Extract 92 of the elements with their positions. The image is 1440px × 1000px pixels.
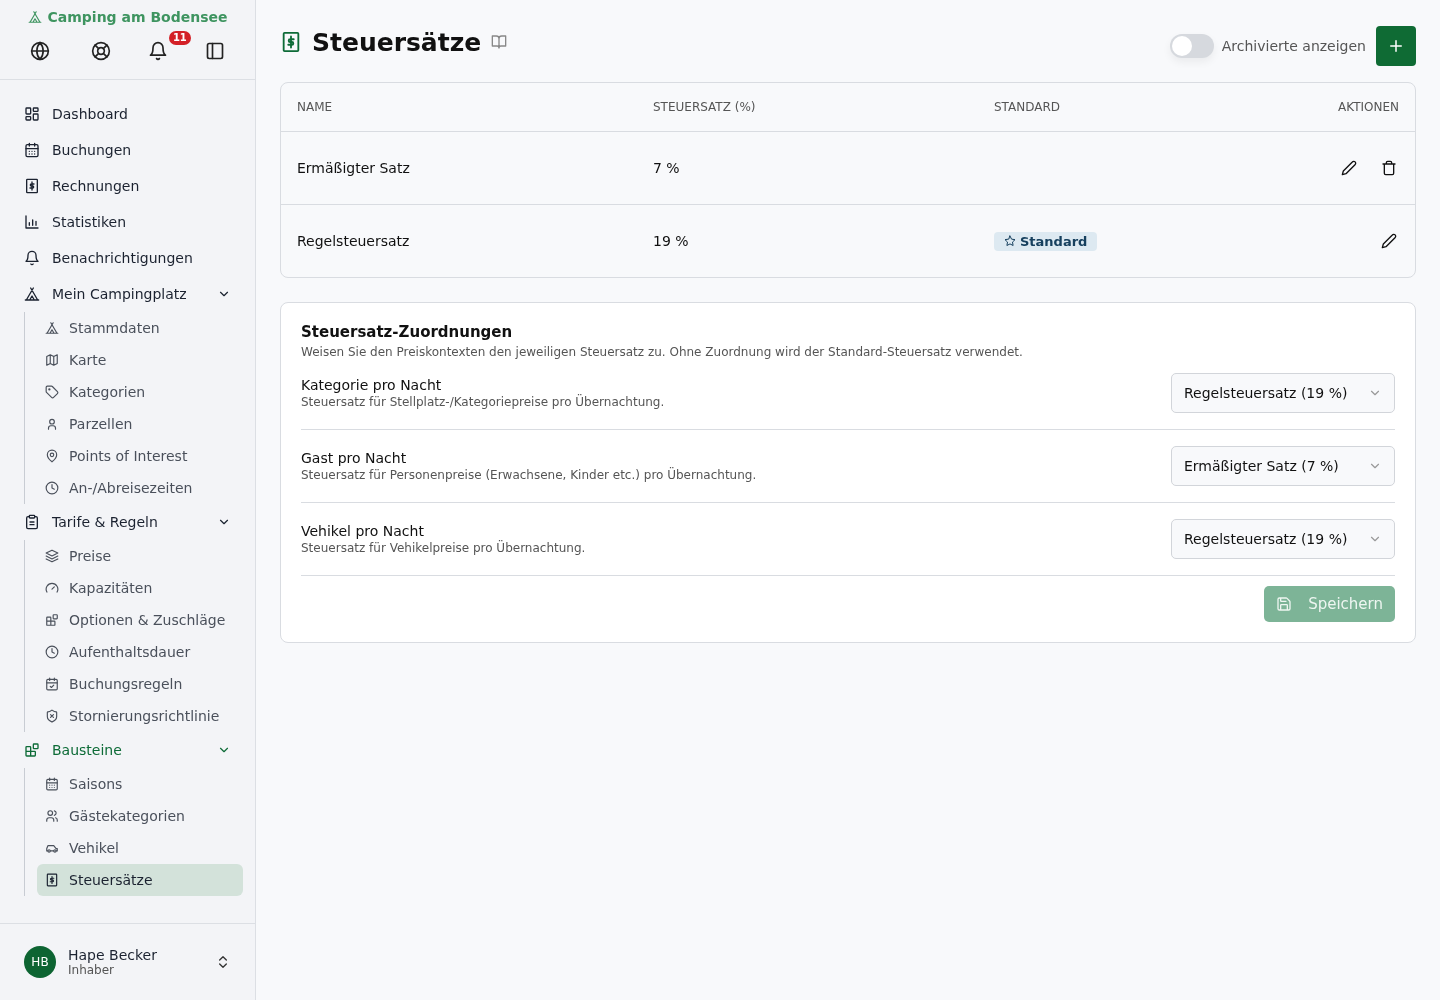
sidebar-group[interactable]: Mein Campingplatz xyxy=(12,276,243,312)
pencil-icon xyxy=(1381,233,1397,249)
column-header: NAME xyxy=(297,100,334,114)
plus-icon xyxy=(1387,37,1405,55)
default-badge: Standard xyxy=(994,231,1098,251)
calendar-icon xyxy=(24,142,40,158)
mapping-hint: Steuersatz für Stellplatz-/Kategoriepreise pro Übernachtung. xyxy=(301,395,666,409)
archive-toggle[interactable] xyxy=(1169,34,1214,58)
notification-count: 11 xyxy=(168,31,191,45)
toggle-label: Archivierte anzeigen xyxy=(1221,38,1366,54)
blocks-icon xyxy=(45,613,59,627)
map-pin-icon xyxy=(45,449,59,463)
add-button[interactable] xyxy=(1376,26,1416,66)
column-header: STANDARD xyxy=(994,100,1062,114)
sidebar-subitem[interactable]: Stammdaten xyxy=(37,312,243,344)
grid-icon xyxy=(24,106,40,122)
mapping-label: Kategorie pro Nacht xyxy=(301,377,443,393)
sidebar-toggle-icon xyxy=(204,41,225,61)
tax-rate-select[interactable]: Regelsteuersatz (19 %) xyxy=(1171,373,1395,413)
tent-icon xyxy=(27,10,42,24)
sidebar-subitem[interactable]: Steuersätze xyxy=(37,864,243,896)
bar-chart-icon xyxy=(24,214,40,230)
mapping-label: Gast pro Nacht xyxy=(301,450,408,466)
user-name: Hape Becker xyxy=(68,947,158,963)
column-header: STEUERSATZ (%) xyxy=(653,100,757,114)
bell-icon xyxy=(147,41,168,61)
sidebar-subitem[interactable]: Kapazitäten xyxy=(37,572,243,604)
table-cell-text: 19 % xyxy=(653,233,690,249)
sidebar-subitem[interactable]: Stornierungsrichtlinie xyxy=(37,700,243,732)
clipboard-icon xyxy=(24,514,40,530)
bell-icon xyxy=(24,250,40,266)
sidebar-item[interactable]: Dashboard xyxy=(12,96,243,132)
sidebar-subitem[interactable]: Buchungsregeln xyxy=(37,668,243,700)
tax-rate-select[interactable]: Ermäßigter Satz (7 %) xyxy=(1171,446,1395,486)
sidebar-subitem[interactable]: Vehikel xyxy=(37,832,243,864)
table-cell-text: Ermäßigter Satz xyxy=(297,160,411,176)
blocks-icon xyxy=(24,742,40,758)
tent-icon xyxy=(45,321,59,335)
tag-icon xyxy=(45,385,59,399)
sidebar-subitem[interactable]: An-/Abreisezeiten xyxy=(37,472,243,504)
sidebar-subitem[interactable]: Karte xyxy=(37,344,243,376)
shield-icon xyxy=(45,709,59,723)
calendar-icon xyxy=(45,777,59,791)
section-description: Weisen Sie den Preiskontexten den jeweiligen Steuersatz zu. Ohne Zuordnung wird der Standard-Steuersatz verwendet. xyxy=(301,345,1024,359)
lifebuoy-icon xyxy=(91,41,112,61)
sidebar-subitem[interactable]: Preise xyxy=(37,540,243,572)
sidebar-subitem[interactable]: Optionen & Zuschläge xyxy=(37,604,243,636)
page-title: Steuersätze xyxy=(312,27,482,57)
sidebar-group[interactable]: Tarife & Regeln xyxy=(12,504,243,540)
sidebar-subitem[interactable]: Saisons xyxy=(37,768,243,800)
user-avatar: HB xyxy=(24,946,56,978)
sidebar-group[interactable]: Bausteine xyxy=(12,732,243,768)
notifications-button[interactable] xyxy=(147,41,168,61)
receipt-icon xyxy=(280,31,302,53)
sidebar-item[interactable]: Statistiken xyxy=(12,204,243,240)
clock-icon xyxy=(45,645,59,659)
mapping-hint: Steuersatz für Vehikelpreise pro Übernachtung. xyxy=(301,541,587,555)
save-icon xyxy=(1276,596,1293,612)
sidebar-subitem[interactable]: Kategorien xyxy=(37,376,243,408)
brand-name: Camping am Bodensee xyxy=(47,9,228,25)
receipt-icon xyxy=(45,873,59,887)
sidebar-item[interactable]: Benachrichtigungen xyxy=(12,240,243,276)
edit-button[interactable] xyxy=(1339,158,1359,178)
user-role: Inhaber xyxy=(68,963,116,977)
sidebar-subitem[interactable]: Gästekategorien xyxy=(37,800,243,832)
receipt-icon xyxy=(24,178,40,194)
sidebar-item[interactable]: Rechnungen xyxy=(12,168,243,204)
sidebar-subitem[interactable]: Aufenthaltsdauer xyxy=(37,636,243,668)
sidebar-subitem[interactable]: Points of Interest xyxy=(37,440,243,472)
section-title: Steuersatz-Zuordnungen xyxy=(301,323,514,341)
sidebar-subitem[interactable]: Parzellen xyxy=(37,408,243,440)
map-icon xyxy=(45,353,59,367)
star-icon xyxy=(1004,235,1016,247)
table-cell-text: Regelsteuersatz xyxy=(297,233,411,249)
clock-icon xyxy=(45,481,59,495)
gauge-icon xyxy=(45,581,59,595)
trash-icon xyxy=(1381,160,1397,176)
mapping-label: Vehikel pro Nacht xyxy=(301,523,425,539)
book-icon xyxy=(491,34,508,50)
tax-rate-select[interactable]: Regelsteuersatz (19 %) xyxy=(1171,519,1395,559)
edit-button[interactable] xyxy=(1379,231,1399,251)
person-icon xyxy=(45,417,59,431)
pencil-icon xyxy=(1341,160,1357,176)
column-header: AKTIONEN xyxy=(1337,100,1399,114)
layers-icon xyxy=(45,549,59,563)
calendar-check-icon xyxy=(45,677,59,691)
tent-icon xyxy=(24,286,40,302)
globe-icon xyxy=(30,41,51,61)
users-icon xyxy=(45,809,59,823)
sidebar-item[interactable]: Buchungen xyxy=(12,132,243,168)
mapping-hint: Steuersatz für Personenpreise (Erwachsene, Kinder etc.) pro Übernachtung. xyxy=(301,468,758,482)
table-cell-text: 7 % xyxy=(653,160,681,176)
